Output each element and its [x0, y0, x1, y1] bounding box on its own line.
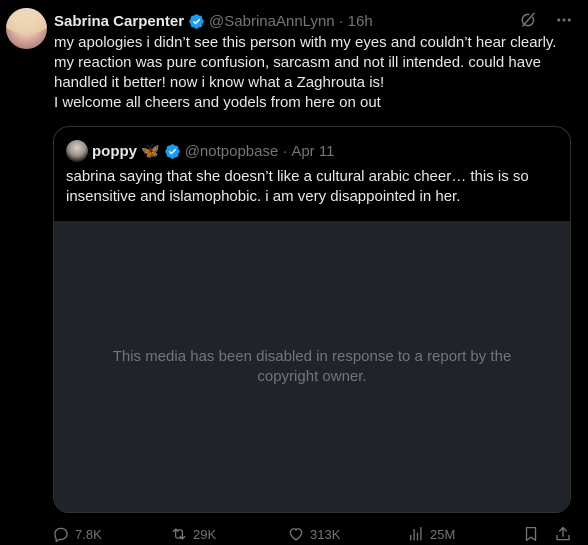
- butterfly-emoji-icon: 🦋: [141, 143, 160, 160]
- quoted-display-name: poppy: [92, 142, 137, 160]
- quoted-timestamp: Apr 11: [291, 142, 335, 160]
- bookmark-icon: [525, 526, 537, 542]
- quoted-avatar: [66, 140, 88, 162]
- share-icon: [556, 526, 570, 541]
- separator-dot: ·: [338, 12, 344, 30]
- tweet-actions: 7.8K 29K 313K 25M: [52, 524, 576, 544]
- quoted-tweet[interactable]: poppy 🦋 @notpopbase · Apr 11 sabrina say…: [53, 126, 571, 513]
- quoted-handle: @notpopbase: [184, 142, 279, 160]
- tweet-text-line: I welcome all cheers and yodels from her…: [54, 94, 381, 111]
- quoted-tweet-text: sabrina saying that she doesn’t like a c…: [66, 168, 529, 205]
- verified-badge-icon: [189, 13, 204, 29]
- author-handle[interactable]: @SabrinaAnnLynn: [209, 13, 335, 30]
- views-button[interactable]: 25M: [407, 524, 455, 544]
- media-disabled-notice: This media has been disabled in response…: [112, 348, 512, 385]
- author-display-name[interactable]: Sabrina Carpenter: [54, 13, 184, 30]
- avatar[interactable]: [6, 8, 47, 49]
- like-icon: [289, 528, 303, 541]
- repost-count: 29K: [193, 526, 217, 542]
- tweet-text-line: my apologies i didn’t see this person wi…: [54, 34, 557, 91]
- views-count: 25M: [430, 526, 456, 542]
- tweet-header: Sabrina Carpenter @SabrinaAnnLynn · 16h: [54, 11, 373, 31]
- share-button[interactable]: [554, 524, 572, 544]
- quoted-tweet-header: poppy 🦋 @notpopbase · Apr 11: [66, 140, 335, 162]
- verified-badge-icon: [164, 143, 180, 159]
- reply-icon: [54, 527, 68, 543]
- bookmark-button[interactable]: [522, 524, 540, 544]
- reply-button[interactable]: 7.8K: [52, 524, 102, 544]
- header-actions: [518, 10, 574, 30]
- disabled-media-placeholder: This media has been disabled in response…: [54, 221, 570, 512]
- views-icon: [410, 526, 422, 541]
- grok-icon[interactable]: [518, 10, 538, 30]
- like-button[interactable]: 313K: [287, 524, 340, 544]
- repost-button[interactable]: 29K: [170, 524, 216, 544]
- tweet[interactable]: Sabrina Carpenter @SabrinaAnnLynn · 16h …: [0, 0, 588, 545]
- separator-dot: ·: [282, 142, 288, 160]
- tweet-timestamp[interactable]: 16h: [348, 13, 373, 30]
- more-icon[interactable]: [554, 10, 574, 30]
- repost-icon: [172, 528, 186, 540]
- reply-count: 7.8K: [75, 526, 102, 542]
- tweet-text: my apologies i didn’t see this person wi…: [54, 33, 580, 113]
- like-count: 313K: [310, 526, 341, 542]
